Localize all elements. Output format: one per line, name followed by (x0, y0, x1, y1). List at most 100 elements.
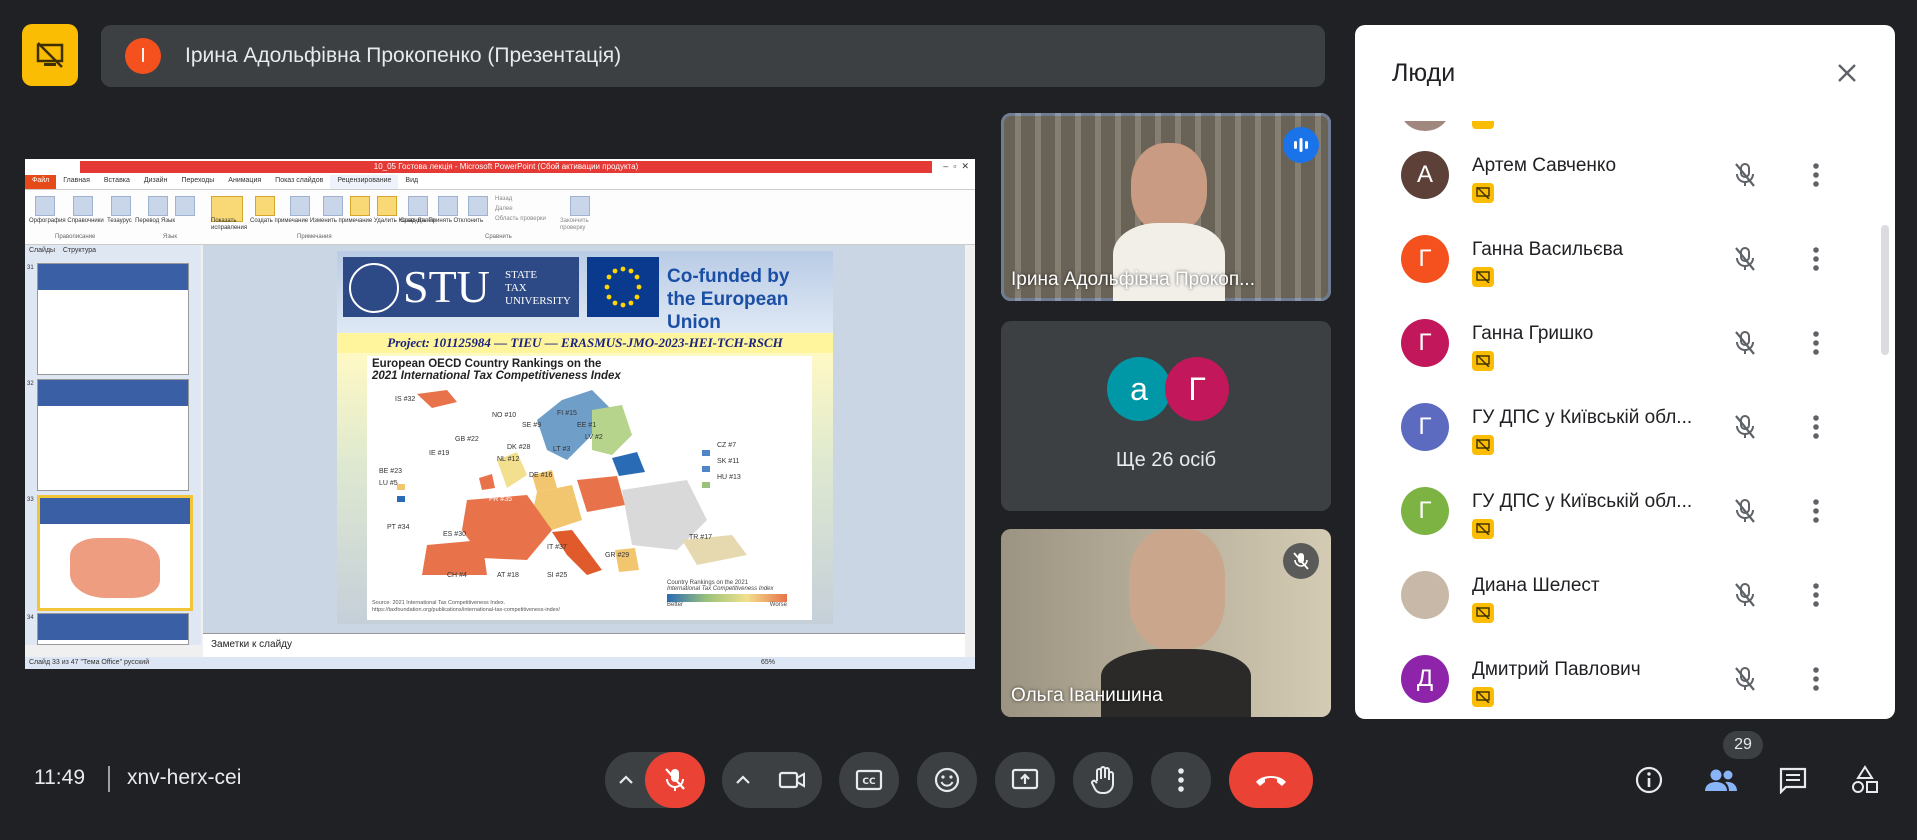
mic-off-icon[interactable] (1727, 493, 1763, 529)
info-icon (1635, 766, 1663, 794)
chat-icon (1779, 767, 1807, 794)
participant-row[interactable]: А Артем Савченко (1355, 139, 1875, 223)
video-tile-others[interactable]: а Г Ще 26 осіб (1001, 321, 1331, 511)
people-panel: Люди А Артем Савченко Г Ганна Васильєва Г Ган… (1355, 25, 1895, 719)
present-screen-button[interactable] (995, 752, 1055, 808)
mic-off-icon[interactable] (1727, 325, 1763, 361)
participant-row[interactable]: Г Ганна Васильєва (1355, 223, 1875, 307)
stu-logo-text: STU (403, 261, 490, 312)
mic-off-icon (665, 768, 685, 791)
participant-name: ГУ ДПС у Київській обл... (1472, 491, 1693, 512)
ppt-window-title: 10_05 Гостова лекція - Microsoft PowerPo… (80, 161, 932, 173)
ppt-menu-item: Рецензирование (330, 175, 399, 189)
participant-row[interactable]: Г ГУ ДПС у Київській обл... (1355, 475, 1875, 559)
more-vert-icon[interactable] (1798, 325, 1834, 361)
captions-button[interactable]: CC (839, 752, 899, 808)
mic-off-icon[interactable] (1727, 409, 1763, 445)
chevron-up-icon[interactable] (731, 768, 755, 792)
leave-call-button[interactable] (1229, 752, 1313, 808)
hand-icon (1091, 766, 1114, 795)
speaking-indicator-icon (1283, 127, 1319, 163)
participant-name: ГУ ДПС у Київській обл... (1472, 407, 1693, 428)
map-label: IS #32 (395, 396, 416, 403)
participant-face (1129, 529, 1225, 649)
presenter-avatar: І (125, 38, 161, 74)
map-label: AT #18 (497, 572, 519, 579)
avatar: а (1107, 357, 1171, 421)
mic-toggle-button[interactable] (645, 752, 705, 808)
map-label: PT #34 (387, 524, 410, 531)
closed-captions-icon: CC (855, 769, 883, 791)
map-legend: Country Rankings on the 2021 Internation… (667, 580, 787, 608)
participant-face (1131, 143, 1207, 233)
ribbon-label-row: Сравнить Принять Отклонить (400, 218, 484, 224)
map-label: LT #3 (553, 446, 571, 453)
map-label: TR #17 (689, 534, 712, 541)
previous-icon (350, 196, 370, 216)
emoji-icon (934, 767, 960, 793)
slide-thumbnail-selected (37, 495, 193, 611)
participant-row[interactable]: Г ГУ ДПС у Київській обл... (1355, 391, 1875, 475)
reject-icon (468, 196, 488, 216)
more-options-button[interactable] (1151, 752, 1211, 808)
ribbon-group-label: Правописание (55, 234, 96, 240)
map-label: DE #16 (529, 472, 553, 479)
presenting-badge-icon (1472, 183, 1494, 203)
map-source: Source: 2021 International Tax Competiti… (372, 600, 561, 613)
close-icon[interactable] (1829, 55, 1865, 91)
meeting-info-button[interactable] (1625, 756, 1673, 804)
map-title: European OECD Country Rankings on the 20… (372, 358, 621, 382)
participant-list[interactable]: А Артем Савченко Г Ганна Васильєва Г Ганна Гр… (1355, 121, 1895, 719)
avatar: Г (1401, 319, 1449, 367)
presenting-badge-icon (1472, 435, 1494, 455)
video-tile-participant[interactable]: Ольга Іванишина (1001, 529, 1331, 717)
more-vert-icon[interactable] (1798, 577, 1834, 613)
raise-hand-button[interactable] (1073, 752, 1133, 808)
panel-scrollbar[interactable] (1881, 225, 1889, 355)
mic-off-icon[interactable] (1727, 577, 1763, 613)
ppt-menu-item: Дизайн (143, 177, 168, 184)
camera-icon (778, 771, 805, 789)
presentation-icon[interactable] (22, 24, 78, 86)
more-vert-icon[interactable] (1798, 493, 1834, 529)
participant-row[interactable]: Д Дмитрий Павлович (1355, 643, 1875, 719)
slide-header: STU STATE TAX UNIVERSITY Co-funded by the E… (337, 251, 833, 333)
map-label: ES #30 (443, 531, 466, 538)
slide-body: European OECD Country Rankings on the 20… (337, 353, 833, 624)
chat-button[interactable] (1769, 756, 1817, 804)
map-label: SI #25 (547, 572, 568, 579)
eu-flag-icon (587, 257, 659, 317)
thesaurus-icon (111, 196, 131, 216)
mic-off-icon[interactable] (1727, 157, 1763, 193)
more-vert-icon[interactable] (1798, 241, 1834, 277)
end-review-label: Закончить проверку (560, 218, 589, 231)
stu-logo-small: STATE TAX UNIVERSITY (505, 269, 571, 307)
participant-name: Диана Шелест (1472, 575, 1600, 596)
avatar: А (1401, 151, 1449, 199)
participant-name: Артем Савченко (1472, 155, 1617, 176)
chevron-up-icon[interactable] (614, 768, 638, 792)
more-participants-label: Ще 26 осіб (1115, 449, 1217, 471)
ppt-zoom: 65% (760, 659, 775, 666)
people-button[interactable] (1697, 756, 1745, 804)
more-vert-icon[interactable] (1798, 157, 1834, 193)
reactions-button[interactable] (917, 752, 977, 808)
ppt-menu: Файл Главная Вставка Дизайн Переходы Ани… (25, 175, 975, 190)
participant-row[interactable]: Г Ганна Гришко (1355, 307, 1875, 391)
more-vert-icon[interactable] (1798, 661, 1834, 697)
avatar: Д (1401, 655, 1449, 703)
more-vert-icon[interactable] (1798, 409, 1834, 445)
presenting-badge-icon (1472, 687, 1494, 707)
hang-up-icon (1256, 776, 1286, 786)
slide-number: 32 (27, 381, 34, 387)
new-comment-icon (255, 196, 275, 216)
mic-off-icon[interactable] (1727, 241, 1763, 277)
video-tile-speaker[interactable]: Ірина Адольфівна Прокоп... (1001, 113, 1331, 301)
stu-logo: STU STATE TAX UNIVERSITY (343, 257, 579, 317)
mic-off-icon[interactable] (1727, 661, 1763, 697)
participant-row[interactable]: Диана Шелест (1355, 559, 1875, 643)
map-label: FR #35 (489, 496, 512, 503)
presenter-title: Ірина Адольфівна Прокопенко (Презентація… (185, 44, 622, 67)
activities-button[interactable] (1841, 756, 1889, 804)
camera-toggle-button[interactable] (762, 752, 822, 808)
